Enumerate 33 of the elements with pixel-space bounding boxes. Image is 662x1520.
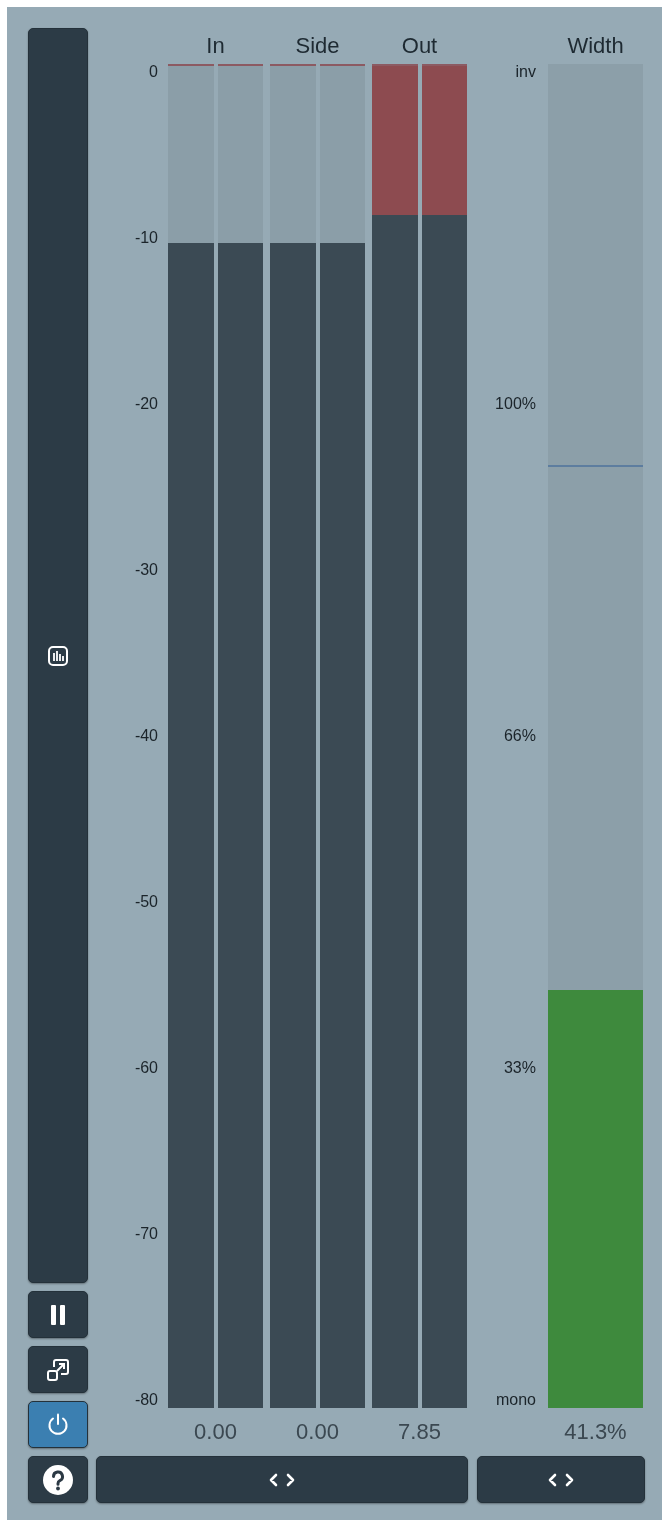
db-scale-label: -80 xyxy=(134,1392,158,1408)
db-scale-label: -30 xyxy=(134,562,158,578)
power-icon xyxy=(46,1412,70,1437)
db-scale-label: -10 xyxy=(134,230,158,246)
left-right-chevrons-icon xyxy=(268,1472,296,1487)
width-scale-label: 100% xyxy=(495,396,536,412)
width-readout: 41.3% xyxy=(564,1419,627,1445)
width-scale-label: 33% xyxy=(503,1060,536,1076)
db-scale-label: -60 xyxy=(134,1060,158,1076)
db-scale-label: 0 xyxy=(149,64,158,80)
width-scale-label: 66% xyxy=(503,728,536,744)
help-button[interactable] xyxy=(28,1456,88,1503)
pause-icon xyxy=(50,1303,66,1326)
power-button[interactable] xyxy=(28,1401,88,1448)
db-scale-label: -40 xyxy=(134,728,158,744)
help-icon xyxy=(43,1464,73,1495)
resize-button[interactable] xyxy=(28,1346,88,1393)
width-scale-label: mono xyxy=(495,1392,536,1408)
meter-readout: 0.00 xyxy=(296,1419,339,1445)
meter-heading: Out xyxy=(401,33,438,59)
resize-icon xyxy=(46,1357,70,1382)
left-right-chevrons-icon xyxy=(547,1472,575,1487)
db-scale-label: -20 xyxy=(134,396,158,412)
db-scale-label: -50 xyxy=(134,894,158,910)
meter-readout: 0.00 xyxy=(194,1419,237,1445)
meter-heading: Side xyxy=(295,33,340,59)
width-heading: Width xyxy=(567,33,624,59)
meter-heading: In xyxy=(206,33,225,59)
width-scale-label: inv xyxy=(515,64,536,80)
meter-readout: 7.85 xyxy=(398,1419,441,1445)
db-scale-label: -70 xyxy=(134,1226,158,1242)
pause-button[interactable] xyxy=(28,1291,88,1338)
bar-chart-icon xyxy=(48,645,68,666)
